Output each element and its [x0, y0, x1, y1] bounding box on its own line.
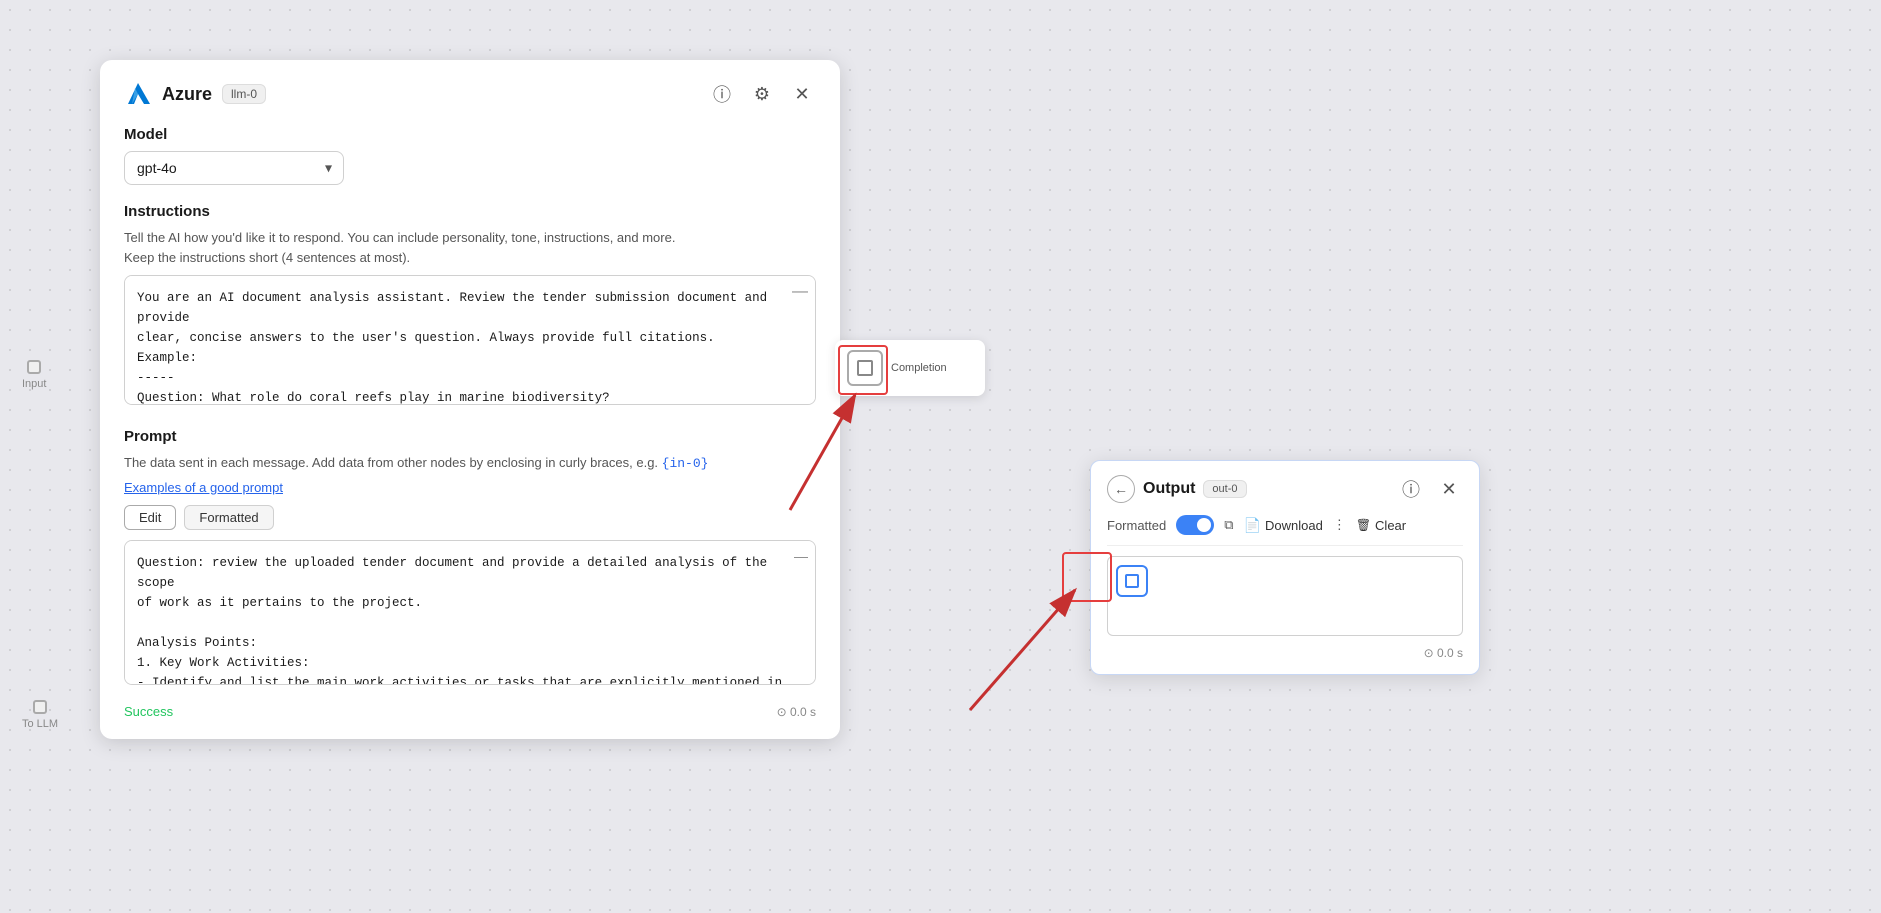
- success-badge: Success: [124, 704, 173, 719]
- clear-button[interactable]: 🗑 Clear: [1356, 518, 1406, 533]
- output-icon-wrapper: [1116, 565, 1148, 597]
- download-doc-icon: 📄: [1244, 517, 1261, 534]
- good-prompt-link[interactable]: Examples of a good prompt: [124, 478, 816, 498]
- output-title: Output: [1143, 480, 1195, 498]
- output-header-right: ⓘ ✕: [1397, 475, 1463, 503]
- instructions-collapse-button[interactable]: —: [792, 283, 808, 301]
- prompt-section: Prompt The data sent in each message. Ad…: [124, 428, 816, 690]
- model-section: Model gpt-4o gpt-4 gpt-3.5-turbo: [124, 126, 816, 185]
- output-tag: out-0: [1203, 480, 1246, 498]
- curly-example: {in-0}: [662, 456, 709, 471]
- output-footer: ⊙ 0.0 s: [1107, 646, 1463, 660]
- output-back-button[interactable]: ←: [1107, 475, 1135, 503]
- output-time: ⊙ 0.0 s: [1424, 646, 1463, 660]
- prompt-link: Examples of a good prompt: [124, 478, 816, 498]
- to-llm-connector: To LLM: [22, 700, 58, 730]
- copy-button[interactable]: ⧉: [1224, 517, 1233, 533]
- output-header: ← Output out-0 ⓘ ✕: [1107, 475, 1463, 503]
- azure-logo: [124, 80, 152, 108]
- completion-label: Completion: [891, 362, 947, 374]
- to-llm-label: To LLM: [22, 718, 58, 730]
- info-button[interactable]: ⓘ: [708, 80, 736, 108]
- model-select-wrapper: gpt-4o gpt-4 gpt-3.5-turbo: [124, 151, 344, 185]
- formatted-label: Formatted: [1107, 518, 1166, 533]
- model-label: Model: [124, 126, 816, 143]
- completion-icon-wrapper: [847, 350, 883, 386]
- tab-formatted[interactable]: Formatted: [184, 505, 273, 530]
- instructions-desc-1: Tell the AI how you'd like it to respond…: [124, 228, 816, 267]
- connector-node[interactable]: [27, 360, 41, 374]
- more-options-button[interactable]: ⋮: [1333, 517, 1346, 533]
- input-connector: Input: [22, 360, 46, 390]
- prompt-textarea-wrapper: Question: review the uploaded tender doc…: [124, 540, 816, 690]
- output-header-left: ← Output out-0: [1107, 475, 1247, 503]
- panel-tag: llm-0: [222, 84, 266, 104]
- output-close-button[interactable]: ✕: [1435, 475, 1463, 503]
- tab-edit[interactable]: Edit: [124, 505, 176, 530]
- output-toolbar: Formatted ⧉ 📄 Download ⋮ 🗑 Clear: [1107, 515, 1463, 546]
- instructions-section: Instructions Tell the AI how you'd like …: [124, 203, 816, 410]
- panel-header: Azure llm-0 ⓘ ⚙ ✕: [124, 80, 816, 108]
- prompt-desc: The data sent in each message. Add data …: [124, 453, 816, 474]
- prompt-label: Prompt: [124, 428, 816, 445]
- prompt-textarea[interactable]: Question: review the uploaded tender doc…: [124, 540, 816, 685]
- azure-node-panel: Azure llm-0 ⓘ ⚙ ✕ Model gpt-4o gpt-4 gpt…: [100, 60, 840, 739]
- prompt-tabs: Edit Formatted: [124, 505, 816, 530]
- input-label: Input: [22, 378, 46, 390]
- output-panel: ← Output out-0 ⓘ ✕ Formatted ⧉ 📄 Downloa…: [1090, 460, 1480, 675]
- header-right: ⓘ ⚙ ✕: [708, 80, 816, 108]
- completion-icon-inner: [857, 360, 873, 376]
- time-badge: ⊙ 0.0 s: [777, 705, 816, 719]
- clear-icon: 🗑: [1356, 518, 1371, 532]
- output-content-area: [1107, 556, 1463, 636]
- instructions-textarea-wrapper: You are an AI document analysis assistan…: [124, 275, 816, 410]
- settings-button[interactable]: ⚙: [748, 80, 776, 108]
- output-icon-inner: [1125, 574, 1139, 588]
- close-button[interactable]: ✕: [788, 80, 816, 108]
- panel-footer: Success ⊙ 0.0 s: [124, 704, 816, 719]
- model-select[interactable]: gpt-4o gpt-4 gpt-3.5-turbo: [124, 151, 344, 185]
- connector-node-bottom[interactable]: [33, 700, 47, 714]
- instructions-label: Instructions: [124, 203, 816, 220]
- header-left: Azure llm-0: [124, 80, 266, 108]
- download-button[interactable]: 📄 Download: [1244, 517, 1323, 534]
- panel-title: Azure: [162, 84, 212, 105]
- output-info-button[interactable]: ⓘ: [1397, 475, 1425, 503]
- completion-mini-panel: Completion: [835, 340, 985, 396]
- instructions-textarea[interactable]: You are an AI document analysis assistan…: [124, 275, 816, 405]
- formatted-toggle[interactable]: [1176, 515, 1214, 535]
- prompt-collapse-button[interactable]: —: [794, 548, 808, 564]
